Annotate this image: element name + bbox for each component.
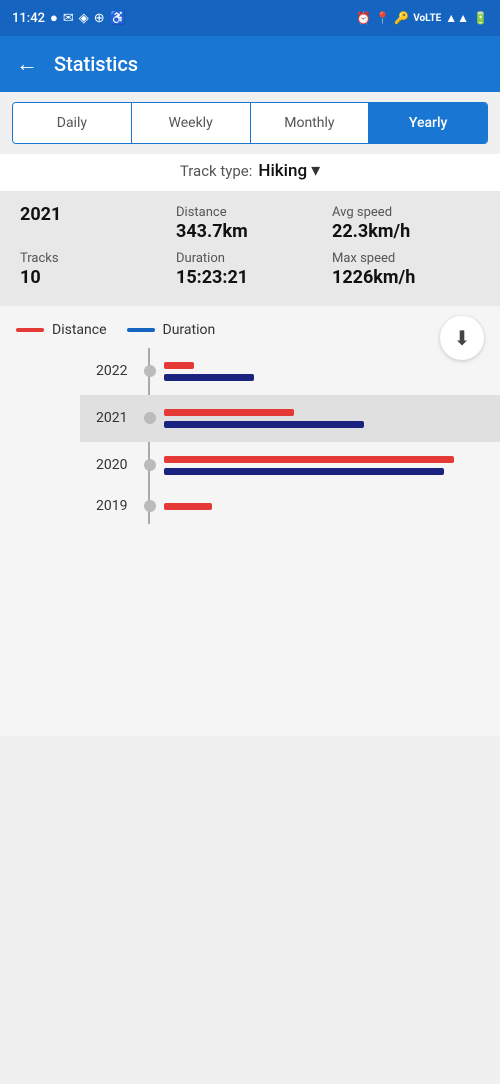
bottom-padding [0, 536, 500, 736]
duration-label: Duration [176, 249, 324, 266]
signal-bars-icon: ▲▲ [445, 11, 469, 25]
tab-yearly[interactable]: Yearly [369, 103, 487, 143]
distance-legend-line [16, 328, 44, 332]
volte-icon: VoLTE [413, 13, 441, 24]
timeline-dot-2021 [144, 412, 156, 424]
timeline-dot-2022 [144, 365, 156, 377]
distance-bar-2022 [164, 362, 194, 369]
track-type-value: Hiking [258, 161, 307, 181]
tracks-label: Tracks [20, 249, 168, 266]
year-value: 2021 [20, 203, 168, 226]
chart-row-2019: 2019 [80, 489, 500, 524]
chart-row-2022: 2022 [80, 348, 500, 395]
track-type-selector[interactable]: Hiking ▾ [258, 160, 320, 181]
stats-grid: 2021 Distance 343.7km Avg speed 22.3km/h… [20, 203, 480, 290]
page-title: Statistics [54, 52, 138, 76]
duration-legend-label: Duration [163, 322, 216, 338]
max-speed-value: 1226km/h [332, 266, 480, 289]
message-icon: ✉ [63, 11, 74, 26]
layers-icon: ⊕ [94, 11, 105, 26]
avg-speed-value: 22.3km/h [332, 220, 480, 243]
download-icon: ⬇ [454, 326, 471, 350]
chart-rows: 2022 2021 2020 20 [0, 348, 500, 524]
distance-legend-label: Distance [52, 322, 107, 338]
top-bar: ← Statistics [0, 36, 500, 92]
status-left: 11:42 ● ✉ ◈ ⊕ ♿ [12, 10, 126, 26]
signal-icon: ● [50, 10, 58, 26]
max-speed-label: Max speed [332, 249, 480, 266]
key-icon: 🔑 [394, 11, 409, 25]
chart-bars-2019 [164, 503, 212, 510]
alarm-icon: ⏰ [356, 11, 371, 25]
chart-bars-2022 [164, 362, 254, 381]
tab-daily[interactable]: Daily [13, 103, 132, 143]
avg-speed-label: Avg speed [332, 203, 480, 220]
tab-bar: Daily Weekly Monthly Yearly [12, 102, 488, 144]
back-button[interactable]: ← [16, 51, 38, 77]
timeline-dot-2020 [144, 459, 156, 471]
tracks-value: 10 [20, 266, 168, 289]
distance-value: 343.7km [176, 220, 324, 243]
shield-icon: ◈ [79, 11, 89, 26]
time-display: 11:42 [12, 11, 45, 26]
distance-bar-2020 [164, 456, 454, 463]
legend-duration: Duration [127, 322, 216, 338]
duration-value: 15:23:21 [176, 266, 324, 289]
legend-distance: Distance [16, 322, 107, 338]
chart-row-2021: 2021 [80, 395, 500, 442]
location-icon: 📍 [375, 11, 390, 25]
track-type-label: Track type: [180, 162, 253, 180]
tab-weekly[interactable]: Weekly [132, 103, 251, 143]
chart-legend: Distance Duration [0, 318, 500, 348]
track-type-row: Track type: Hiking ▾ [0, 154, 500, 191]
tab-monthly[interactable]: Monthly [251, 103, 370, 143]
distance-label: Distance [176, 203, 324, 220]
chart-bars-2020 [164, 456, 454, 475]
duration-bar-2020 [164, 468, 444, 475]
distance-bar-2019 [164, 503, 212, 510]
status-right: ⏰ 📍 🔑 VoLTE ▲▲ 🔋 [356, 11, 488, 25]
chart-row-2020: 2020 [80, 442, 500, 489]
timeline-dot-2019 [144, 500, 156, 512]
duration-bar-2022 [164, 374, 254, 381]
chevron-down-icon: ▾ [311, 160, 320, 181]
accessibility-icon: ♿ [110, 11, 126, 26]
distance-bar-2021 [164, 409, 294, 416]
stats-panel: 2021 Distance 343.7km Avg speed 22.3km/h… [0, 191, 500, 306]
duration-legend-line [127, 328, 155, 332]
duration-bar-2021 [164, 421, 364, 428]
battery-icon: 🔋 [473, 11, 488, 25]
chart-container: Distance Duration ⬇ 2022 2021 [0, 306, 500, 536]
status-bar: 11:42 ● ✉ ◈ ⊕ ♿ ⏰ 📍 🔑 VoLTE ▲▲ 🔋 [0, 0, 500, 36]
chart-bars-2021 [164, 409, 364, 428]
